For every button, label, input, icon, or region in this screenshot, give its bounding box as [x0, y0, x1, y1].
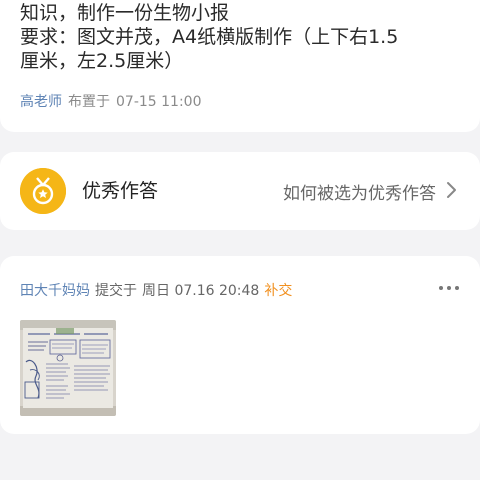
submitter-name[interactable]: 田大千妈妈 [20, 283, 90, 299]
assignment-text-line-2: 要求：图文并茂，A4纸横版制作（上下右1.5 [20, 26, 399, 48]
published-label: 布置于 [68, 94, 110, 110]
excellent-answers-title: 优秀作答 [82, 180, 159, 202]
submission-image-thumbnail[interactable] [20, 320, 116, 416]
excellent-answers-card[interactable]: 优秀作答 如何被选为优秀作答 [0, 152, 480, 230]
more-options-icon[interactable] [438, 280, 460, 294]
assignment-text-line-1: 知识，制作一份生物小报 [20, 2, 230, 24]
assignment-card: 知识，制作一份生物小报 要求：图文并茂，A4纸横版制作（上下右1.5 厘米，左2… [0, 0, 480, 132]
assignment-text-line-3: 厘米，左2.5厘米） [20, 50, 184, 72]
submitted-label: 提交于 [95, 283, 137, 299]
late-submission-badge: 补交 [264, 283, 293, 299]
teacher-name[interactable]: 高老师 [20, 94, 62, 110]
submission-header: 田大千妈妈 提交于 周日 07.16 20:48 补交 [20, 280, 292, 300]
published-time: 07-15 11:00 [116, 94, 202, 110]
how-to-be-selected-link[interactable]: 如何被选为优秀作答 [283, 179, 436, 204]
medal-icon [20, 168, 66, 214]
assignment-meta: 高老师 布置于 07-15 11:00 [20, 91, 201, 111]
submitted-time: 周日 07.16 20:48 [142, 283, 260, 299]
submission-card: 田大千妈妈 提交于 周日 07.16 20:48 补交 [0, 256, 480, 434]
chevron-right-icon [444, 180, 460, 200]
